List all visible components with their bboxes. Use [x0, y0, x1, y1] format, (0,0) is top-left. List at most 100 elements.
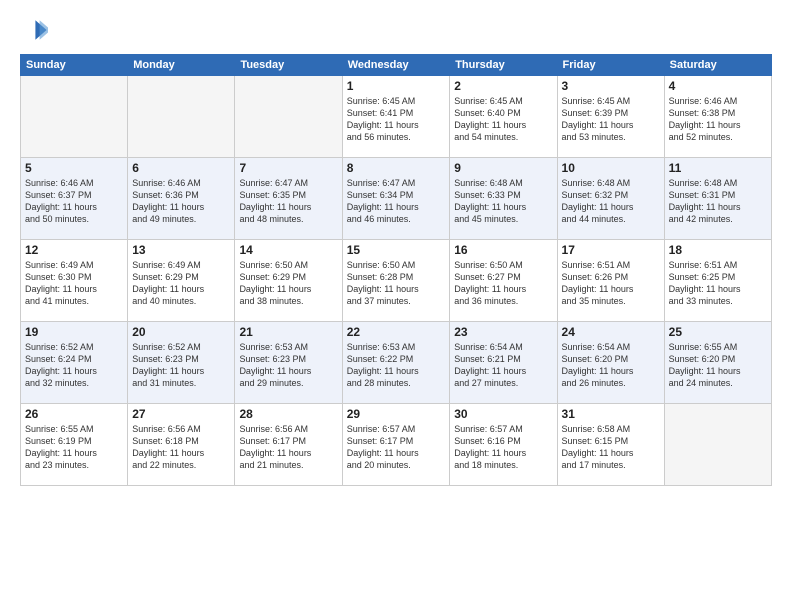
day-info: Sunrise: 6:57 AM Sunset: 6:17 PM Dayligh… [347, 423, 446, 472]
logo-icon [20, 16, 48, 44]
day-number: 13 [132, 243, 230, 257]
day-number: 18 [669, 243, 767, 257]
calendar-day-cell [128, 76, 235, 158]
day-info: Sunrise: 6:48 AM Sunset: 6:32 PM Dayligh… [562, 177, 660, 226]
calendar-week-row: 26 Sunrise: 6:55 AM Sunset: 6:19 PM Dayli… [21, 404, 772, 486]
day-number: 4 [669, 79, 767, 93]
calendar-day-cell: 17Sunrise: 6:51 AM Sunset: 6:26 PM Dayli… [557, 240, 664, 322]
day-number: 27 [132, 407, 230, 421]
calendar-week-row: 1 Sunrise: 6:45 AM Sunset: 6:41 PM Daylig… [21, 76, 772, 158]
day-number: 1 [347, 79, 446, 93]
day-info: Sunrise: 6:54 AM Sunset: 6:20 PM Dayligh… [562, 341, 660, 390]
calendar-day-cell: 14 Sunrise: 6:50 AM Sunset: 6:29 PM Dayli… [235, 240, 342, 322]
day-info: Sunrise: 6:50 AM Sunset: 6:29 PM Dayligh… [239, 259, 337, 308]
day-number: 15 [347, 243, 446, 257]
calendar-day-cell: 26 Sunrise: 6:55 AM Sunset: 6:19 PM Dayli… [21, 404, 128, 486]
calendar-day-cell: 1 Sunrise: 6:45 AM Sunset: 6:41 PM Daylig… [342, 76, 450, 158]
day-number: 5 [25, 161, 123, 175]
day-info: Sunrise: 6:54 AM Sunset: 6:21 PM Dayligh… [454, 341, 552, 390]
day-number: 9 [454, 161, 552, 175]
day-info: Sunrise: 6:49 AM Sunset: 6:29 PM Dayligh… [132, 259, 230, 308]
calendar-day-cell: 4 Sunrise: 6:46 AM Sunset: 6:38 PM Daylig… [664, 76, 771, 158]
calendar-day-cell: 27 Sunrise: 6:56 AM Sunset: 6:18 PM Dayli… [128, 404, 235, 486]
calendar-day-cell: 15 Sunrise: 6:50 AM Sunset: 6:28 PM Dayli… [342, 240, 450, 322]
day-info: Sunrise: 6:52 AM Sunset: 6:23 PM Dayligh… [132, 341, 230, 390]
day-info: Sunrise: 6:53 AM Sunset: 6:23 PM Dayligh… [239, 341, 337, 390]
day-number: 23 [454, 325, 552, 339]
day-number: 19 [25, 325, 123, 339]
calendar-day-cell: 16 Sunrise: 6:50 AM Sunset: 6:27 PM Dayli… [450, 240, 557, 322]
day-number: 2 [454, 79, 552, 93]
calendar-day-cell: 31 Sunrise: 6:58 AM Sunset: 6:15 PM Dayli… [557, 404, 664, 486]
day-number: 6 [132, 161, 230, 175]
calendar-day-cell: 21Sunrise: 6:53 AM Sunset: 6:23 PM Dayli… [235, 322, 342, 404]
day-info: Sunrise: 6:58 AM Sunset: 6:15 PM Dayligh… [562, 423, 660, 472]
calendar-day-cell: 5Sunrise: 6:46 AM Sunset: 6:37 PM Daylig… [21, 158, 128, 240]
day-info: Sunrise: 6:52 AM Sunset: 6:24 PM Dayligh… [25, 341, 123, 390]
day-number: 11 [669, 161, 767, 175]
calendar-day-cell: 23 Sunrise: 6:54 AM Sunset: 6:21 PM Dayli… [450, 322, 557, 404]
day-number: 24 [562, 325, 660, 339]
day-number: 26 [25, 407, 123, 421]
calendar-day-cell: 18 Sunrise: 6:51 AM Sunset: 6:25 PM Dayli… [664, 240, 771, 322]
calendar-day-cell: 2 Sunrise: 6:45 AM Sunset: 6:40 PM Daylig… [450, 76, 557, 158]
calendar-day-cell: 6 Sunrise: 6:46 AM Sunset: 6:36 PM Daylig… [128, 158, 235, 240]
calendar-day-cell [235, 76, 342, 158]
calendar-day-cell: 8Sunrise: 6:47 AM Sunset: 6:34 PM Daylig… [342, 158, 450, 240]
weekday-header-friday: Friday [557, 55, 664, 76]
calendar-day-cell: 7Sunrise: 6:47 AM Sunset: 6:35 PM Daylig… [235, 158, 342, 240]
day-number: 29 [347, 407, 446, 421]
calendar-day-cell: 19 Sunrise: 6:52 AM Sunset: 6:24 PM Dayli… [21, 322, 128, 404]
day-info: Sunrise: 6:48 AM Sunset: 6:33 PM Dayligh… [454, 177, 552, 226]
day-info: Sunrise: 6:56 AM Sunset: 6:18 PM Dayligh… [132, 423, 230, 472]
day-info: Sunrise: 6:45 AM Sunset: 6:41 PM Dayligh… [347, 95, 446, 144]
day-info: Sunrise: 6:55 AM Sunset: 6:19 PM Dayligh… [25, 423, 123, 472]
day-info: Sunrise: 6:45 AM Sunset: 6:40 PM Dayligh… [454, 95, 552, 144]
calendar-day-cell: 28Sunrise: 6:56 AM Sunset: 6:17 PM Dayli… [235, 404, 342, 486]
day-info: Sunrise: 6:57 AM Sunset: 6:16 PM Dayligh… [454, 423, 552, 472]
calendar-day-cell: 22Sunrise: 6:53 AM Sunset: 6:22 PM Dayli… [342, 322, 450, 404]
day-info: Sunrise: 6:48 AM Sunset: 6:31 PM Dayligh… [669, 177, 767, 226]
day-number: 10 [562, 161, 660, 175]
weekday-header-thursday: Thursday [450, 55, 557, 76]
calendar-day-cell [664, 404, 771, 486]
day-number: 12 [25, 243, 123, 257]
calendar-day-cell: 20 Sunrise: 6:52 AM Sunset: 6:23 PM Dayli… [128, 322, 235, 404]
weekday-header-tuesday: Tuesday [235, 55, 342, 76]
day-info: Sunrise: 6:55 AM Sunset: 6:20 PM Dayligh… [669, 341, 767, 390]
day-info: Sunrise: 6:51 AM Sunset: 6:25 PM Dayligh… [669, 259, 767, 308]
logo [20, 16, 52, 44]
day-number: 16 [454, 243, 552, 257]
day-number: 3 [562, 79, 660, 93]
day-info: Sunrise: 6:50 AM Sunset: 6:27 PM Dayligh… [454, 259, 552, 308]
weekday-header-monday: Monday [128, 55, 235, 76]
day-info: Sunrise: 6:46 AM Sunset: 6:38 PM Dayligh… [669, 95, 767, 144]
day-number: 20 [132, 325, 230, 339]
day-number: 8 [347, 161, 446, 175]
calendar-week-row: 12 Sunrise: 6:49 AM Sunset: 6:30 PM Dayli… [21, 240, 772, 322]
day-info: Sunrise: 6:50 AM Sunset: 6:28 PM Dayligh… [347, 259, 446, 308]
calendar-week-row: 5Sunrise: 6:46 AM Sunset: 6:37 PM Daylig… [21, 158, 772, 240]
calendar-day-cell: 25 Sunrise: 6:55 AM Sunset: 6:20 PM Dayli… [664, 322, 771, 404]
header [20, 16, 772, 44]
day-number: 30 [454, 407, 552, 421]
calendar-day-cell: 9 Sunrise: 6:48 AM Sunset: 6:33 PM Daylig… [450, 158, 557, 240]
calendar-day-cell: 30 Sunrise: 6:57 AM Sunset: 6:16 PM Dayli… [450, 404, 557, 486]
day-number: 14 [239, 243, 337, 257]
calendar-day-cell [21, 76, 128, 158]
day-info: Sunrise: 6:46 AM Sunset: 6:36 PM Dayligh… [132, 177, 230, 226]
weekday-header-wednesday: Wednesday [342, 55, 450, 76]
day-number: 31 [562, 407, 660, 421]
day-info: Sunrise: 6:56 AM Sunset: 6:17 PM Dayligh… [239, 423, 337, 472]
calendar-day-cell: 29 Sunrise: 6:57 AM Sunset: 6:17 PM Dayli… [342, 404, 450, 486]
calendar-day-cell: 13 Sunrise: 6:49 AM Sunset: 6:29 PM Dayli… [128, 240, 235, 322]
weekday-header-saturday: Saturday [664, 55, 771, 76]
day-info: Sunrise: 6:49 AM Sunset: 6:30 PM Dayligh… [25, 259, 123, 308]
calendar-day-cell: 11 Sunrise: 6:48 AM Sunset: 6:31 PM Dayli… [664, 158, 771, 240]
day-number: 25 [669, 325, 767, 339]
weekday-header-row: SundayMondayTuesdayWednesdayThursdayFrid… [21, 55, 772, 76]
day-info: Sunrise: 6:45 AM Sunset: 6:39 PM Dayligh… [562, 95, 660, 144]
day-number: 22 [347, 325, 446, 339]
calendar-table: SundayMondayTuesdayWednesdayThursdayFrid… [20, 54, 772, 486]
calendar-day-cell: 12 Sunrise: 6:49 AM Sunset: 6:30 PM Dayli… [21, 240, 128, 322]
